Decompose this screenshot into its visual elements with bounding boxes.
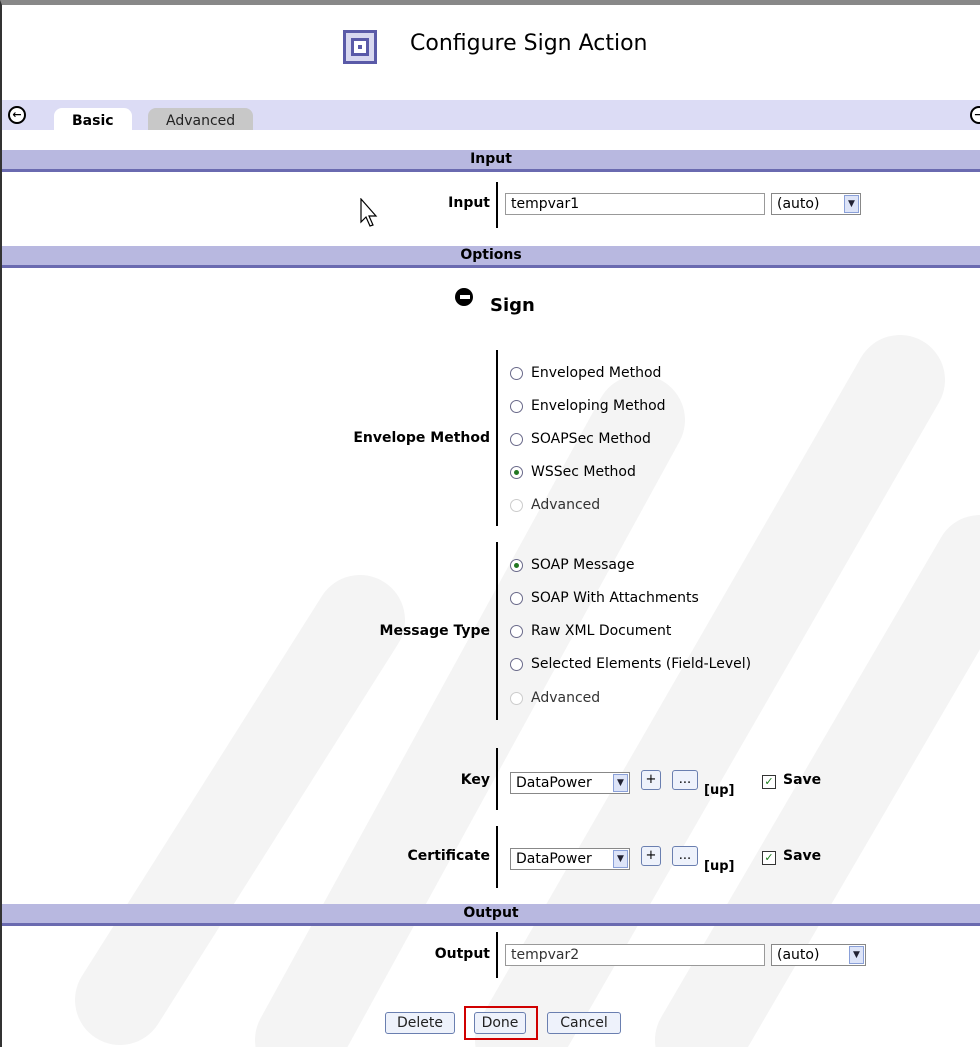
certificate-up-link[interactable]: [up]	[704, 859, 734, 874]
radio-selected-elements[interactable]: Selected Elements (Field-Level)	[510, 654, 751, 674]
section-output-header: Output	[2, 904, 980, 926]
action-icon	[343, 30, 377, 64]
certificate-label: Certificate	[407, 848, 490, 864]
tab-advanced[interactable]: Advanced	[148, 108, 254, 130]
chevron-down-icon: ▼	[849, 946, 864, 964]
radio-wssec-method[interactable]: WSSec Method	[510, 462, 636, 482]
done-button[interactable]: Done	[474, 1012, 526, 1034]
radio-soap-message[interactable]: SOAP Message	[510, 555, 635, 575]
tab-basic[interactable]: Basic	[54, 108, 132, 130]
delete-button[interactable]: Delete	[385, 1012, 455, 1034]
key-edit-button[interactable]: ...	[672, 770, 698, 790]
input-type-select[interactable]: (auto) ▼	[771, 193, 861, 215]
output-type-select[interactable]: (auto) ▼	[771, 944, 866, 966]
radio-label: Enveloping Method	[531, 398, 666, 414]
output-label: Output	[434, 946, 490, 962]
key-label: Key	[460, 772, 490, 788]
chevron-down-icon: ▼	[613, 850, 628, 868]
key-up-link[interactable]: [up]	[704, 783, 734, 798]
sign-icon	[455, 288, 473, 306]
chevron-down-icon: ▼	[613, 774, 628, 792]
divider	[496, 542, 498, 720]
divider	[496, 182, 498, 228]
divider	[496, 748, 498, 810]
certificate-edit-button[interactable]: ...	[672, 846, 698, 866]
message-type-label: Message Type	[379, 623, 490, 639]
divider	[496, 350, 498, 526]
radio-message-advanced: Advanced	[510, 688, 600, 708]
radio-raw-xml-document[interactable]: Raw XML Document	[510, 621, 671, 641]
key-add-button[interactable]: +	[641, 770, 661, 790]
envelope-method-label: Envelope Method	[353, 430, 490, 446]
input-label: Input	[448, 195, 490, 211]
radio-label: WSSec Method	[531, 464, 636, 480]
scroll-left-icon[interactable]: ←	[8, 106, 26, 124]
input-field[interactable]: tempvar1	[505, 193, 765, 215]
radio-label: SOAP With Attachments	[531, 590, 699, 606]
cancel-button[interactable]: Cancel	[547, 1012, 621, 1034]
key-save-checkbox[interactable]: ✓	[762, 775, 776, 789]
tab-bar: ← Basic Advanced →	[2, 100, 980, 130]
section-input-header: Input	[2, 150, 980, 172]
radio-button-selected[interactable]	[510, 558, 523, 572]
certificate-value: DataPower	[516, 851, 592, 867]
radio-button-selected[interactable]	[510, 465, 523, 479]
divider	[496, 932, 498, 978]
radio-label: Advanced	[531, 690, 601, 706]
key-value: DataPower	[516, 775, 592, 791]
key-save-label: Save	[783, 772, 822, 788]
radio-enveloping-method[interactable]: Enveloping Method	[510, 396, 666, 416]
page-title: Configure Sign Action	[410, 31, 648, 56]
certificate-save-checkbox[interactable]: ✓	[762, 851, 776, 865]
radio-button[interactable]	[510, 657, 523, 671]
chevron-down-icon: ▼	[844, 195, 859, 213]
radio-label: SOAP Message	[531, 557, 635, 573]
radio-label: Selected Elements (Field-Level)	[531, 656, 752, 672]
certificate-select[interactable]: DataPower ▼	[510, 848, 630, 870]
radio-label: Raw XML Document	[531, 623, 672, 639]
mouse-cursor-icon	[360, 198, 378, 227]
certificate-add-button[interactable]: +	[641, 846, 661, 866]
radio-enveloped-method[interactable]: Enveloped Method	[510, 363, 661, 383]
radio-button[interactable]	[510, 432, 523, 446]
output-type-value: (auto)	[777, 947, 820, 963]
radio-button-disabled	[510, 498, 523, 512]
divider	[496, 826, 498, 888]
sign-heading: Sign	[490, 295, 535, 316]
radio-button[interactable]	[510, 399, 523, 413]
key-select[interactable]: DataPower ▼	[510, 772, 630, 794]
radio-button-disabled	[510, 691, 523, 705]
section-options-header: Options	[2, 246, 980, 268]
radio-button[interactable]	[510, 624, 523, 638]
radio-button[interactable]	[510, 366, 523, 380]
radio-soapsec-method[interactable]: SOAPSec Method	[510, 429, 651, 449]
certificate-save-label: Save	[783, 848, 822, 864]
radio-envelope-advanced: Advanced	[510, 495, 600, 515]
radio-button[interactable]	[510, 591, 523, 605]
radio-label: Advanced	[531, 497, 601, 513]
radio-soap-with-attachments[interactable]: SOAP With Attachments	[510, 588, 699, 608]
input-type-value: (auto)	[777, 196, 820, 212]
radio-label: Enveloped Method	[531, 365, 662, 381]
title-bar: Configure Sign Action	[0, 5, 980, 95]
scroll-right-icon[interactable]: →	[970, 106, 980, 124]
output-field[interactable]: tempvar2	[505, 944, 765, 966]
radio-label: SOAPSec Method	[531, 431, 651, 447]
